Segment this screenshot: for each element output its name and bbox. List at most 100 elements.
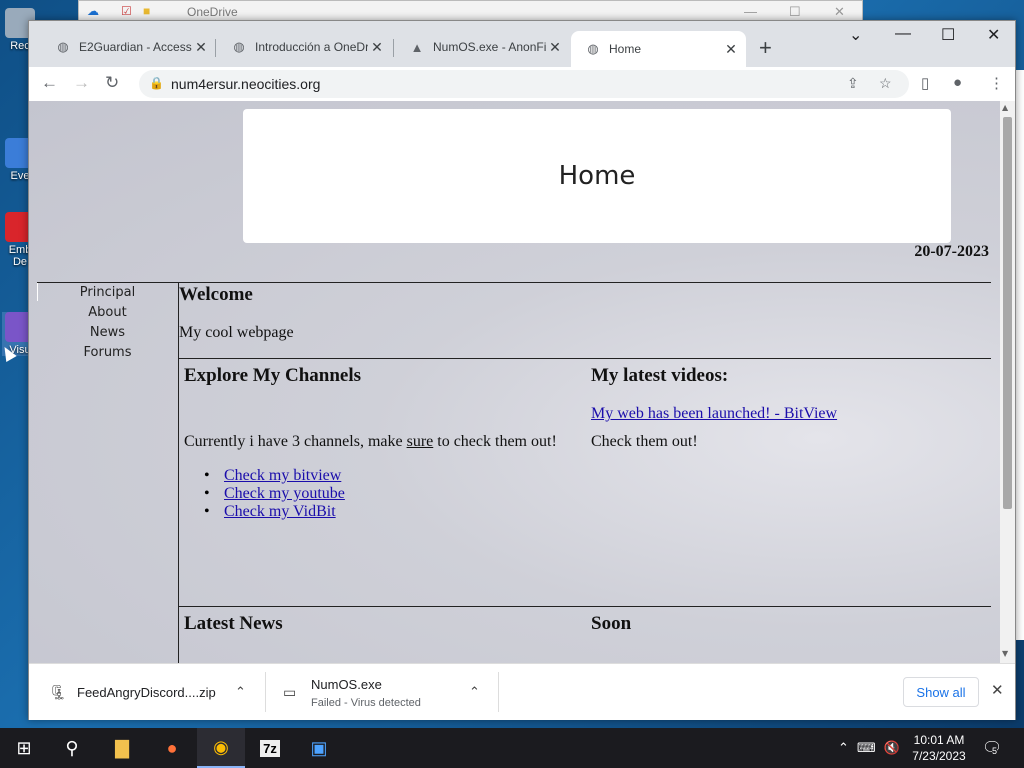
link-youtube[interactable]: Check my youtube [224, 485, 345, 502]
url-text[interactable]: num4ersur.neocities.org [171, 76, 320, 92]
sidebar-nav: Principal About News Forums [37, 283, 178, 363]
exe-file-icon: ▭ [283, 684, 297, 700]
search-icon: ⚲ [65, 737, 79, 758]
onedrive-cloud-icon: ☁ [87, 4, 99, 18]
tab-search-icon[interactable]: ⌄ [849, 25, 862, 45]
channel-links-list: • Check my bitview • Check my youtube • Che… [204, 467, 345, 521]
download-filename: NumOS.exe [311, 677, 382, 692]
clock-time: 10:01 AM [913, 733, 965, 747]
minimize-icon[interactable]: — [744, 4, 757, 19]
show-all-button[interactable]: Show all [903, 677, 979, 707]
tab-home[interactable]: ◍ Home ✕ [571, 31, 746, 67]
file-explorer-button[interactable]: ▇ [98, 728, 146, 768]
divider [178, 606, 991, 607]
sidebar-item-about[interactable]: About [37, 303, 178, 323]
scroll-up-icon[interactable]: ▲ [1002, 103, 1008, 112]
search-button[interactable]: ⚲ [48, 728, 96, 768]
close-icon[interactable]: ✕ [987, 25, 1000, 45]
download-item-numos[interactable]: ▭ NumOS.exe Failed - Virus detected ⌃ [263, 664, 499, 721]
news-heading: Latest News [184, 613, 283, 634]
tab-e2guardian[interactable]: ◍ E2Guardian - Access Denied ✕ [41, 31, 216, 63]
share-icon[interactable]: ⇪ [847, 75, 859, 92]
tab-title: Home [609, 42, 642, 56]
page-scrollbar[interactable]: ▲ ▼ [1000, 101, 1015, 663]
folder-icon: ■ [143, 4, 151, 18]
volume-muted-icon[interactable]: 🔇 [884, 740, 900, 756]
chevron-up-icon[interactable]: ⌃ [838, 740, 849, 756]
lock-icon[interactable]: 🔒 [149, 76, 164, 90]
7zip-icon: 7z [260, 739, 280, 757]
sidebar-item-principal[interactable]: Principal [37, 283, 178, 303]
start-button[interactable]: ⊞ [0, 728, 48, 768]
taskbar: ⊞ ⚲ ▇ ● ◉ 7z ▣ ⌃ ⌨ 🔇 10:01 AM 7/23/2023 … [0, 728, 1024, 768]
onedrive-background-window[interactable]: ☁ ☑ ■ OneDrive — ☐ ✕ [78, 0, 863, 22]
tab-separator [393, 39, 394, 57]
anonfiles-icon: ▲ [410, 39, 424, 55]
tab-numos-anonfiles[interactable]: ▲ NumOS.exe - AnonFiles ✕ [395, 31, 570, 63]
list-item: • Check my youtube [204, 485, 345, 502]
video-link[interactable]: My web has been launched! - BitView [591, 405, 837, 423]
close-tab-icon[interactable]: ✕ [722, 41, 740, 58]
close-icon[interactable]: ✕ [834, 4, 845, 20]
tab-strip: ◍ E2Guardian - Access Denied ✕ ◍ Introdu… [29, 21, 1015, 67]
videos-heading: My latest videos: [591, 365, 729, 386]
back-icon[interactable]: ← [41, 73, 58, 93]
chevron-up-icon[interactable]: ⌃ [469, 684, 480, 700]
globe-icon: ◍ [233, 39, 245, 54]
chrome-button[interactable]: ◉ [197, 728, 245, 768]
soon-heading: Soon [591, 613, 632, 634]
channels-text-start: Currently i have 3 channels, make [184, 433, 407, 450]
globe-icon: ◍ [57, 39, 69, 54]
reload-icon[interactable]: ↻ [105, 73, 119, 93]
browser-toolbar: ← → ↻ 🔒 num4ersur.neocities.org ⇪ ☆ ▯ ● … [29, 67, 1015, 101]
firefox-button[interactable]: ● [148, 728, 196, 768]
photos-button[interactable]: ▣ [295, 728, 343, 768]
forward-icon[interactable]: → [73, 73, 90, 93]
new-tab-button[interactable]: + [759, 35, 772, 61]
list-item: • Check my bitview [204, 467, 342, 484]
maximize-icon[interactable]: ☐ [789, 4, 801, 20]
side-panel-icon[interactable]: ▯ [921, 74, 929, 92]
maximize-icon[interactable]: ☐ [941, 25, 955, 45]
tab-title: E2Guardian - Access Denied [79, 40, 192, 54]
download-filename: FeedAngryDiscord....zip [77, 685, 216, 700]
link-bitview[interactable]: Check my bitview [224, 467, 341, 484]
link-vidbit[interactable]: Check my VidBit [224, 503, 336, 520]
address-bar[interactable]: 🔒 num4ersur.neocities.org ⇪ ☆ [139, 70, 909, 98]
close-tab-icon[interactable]: ✕ [368, 39, 386, 56]
tab-onedrive[interactable]: ◍ Introducción a OneDrive ✕ [217, 31, 392, 63]
channels-text-end: to check them out! [433, 433, 557, 450]
profile-avatar-icon[interactable]: ● [953, 74, 962, 91]
folder-icon: ▇ [115, 737, 129, 758]
chevron-up-icon[interactable]: ⌃ [235, 684, 246, 700]
system-tray: ⌃ ⌨ 🔇 [838, 728, 900, 768]
minimize-icon[interactable]: — [895, 25, 911, 43]
scrollbar-thumb[interactable] [1003, 117, 1012, 509]
7zip-button[interactable]: 7z [246, 728, 294, 768]
close-tab-icon[interactable]: ✕ [192, 39, 210, 56]
photos-icon: ▣ [310, 737, 328, 758]
browser-window: ◍ E2Guardian - Access Denied ✕ ◍ Introdu… [28, 20, 1016, 720]
download-bar: 🗜 FeedAngryDiscord....zip ⌃ ▭ NumOS.exe … [29, 663, 1015, 720]
clock-date: 7/23/2023 [912, 749, 966, 763]
page-date: 20-07-2023 [914, 243, 989, 260]
sidebar-item-forums[interactable]: Forums [37, 343, 178, 363]
bookmark-star-icon[interactable]: ☆ [879, 75, 892, 92]
page-title: Home [558, 161, 636, 191]
welcome-heading: Welcome [179, 284, 253, 305]
download-item-zip[interactable]: 🗜 FeedAngryDiscord....zip ⌃ [29, 664, 265, 721]
close-download-bar-icon[interactable]: ✕ [991, 681, 1004, 699]
taskbar-clock[interactable]: 10:01 AM 7/23/2023 [908, 732, 970, 764]
menu-kebab-icon[interactable]: ⋮ [989, 74, 1004, 92]
divider [37, 282, 991, 283]
divider [178, 358, 991, 359]
close-tab-icon[interactable]: ✕ [546, 39, 564, 56]
sidebar-item-news[interactable]: News [37, 323, 178, 343]
desktop-icon-label: Rec [10, 40, 30, 52]
notification-center-button[interactable]: 🗨 5 [982, 738, 1002, 758]
notification-count: 5 [992, 746, 998, 756]
desktop-icon-label: Eve [10, 170, 30, 182]
scroll-down-icon[interactable]: ▼ [1002, 649, 1008, 658]
window-title: OneDrive [187, 5, 238, 19]
network-icon[interactable]: ⌨ [857, 740, 876, 756]
